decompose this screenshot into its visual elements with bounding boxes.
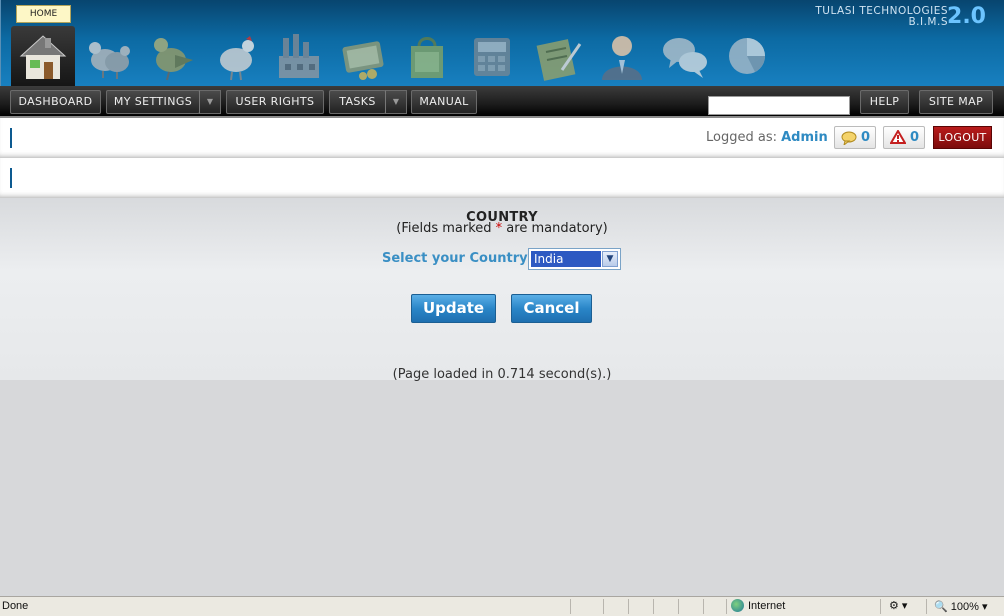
home-module-button[interactable]: [11, 26, 75, 86]
zoom-level: 100%: [950, 601, 979, 613]
bar-marker: [10, 128, 12, 148]
zoom-control[interactable]: 🔍 100% ▾: [934, 600, 987, 613]
brand-product-name: B.I.M.S: [908, 16, 948, 28]
hens-icon[interactable]: [83, 30, 135, 82]
messages-count: 0: [861, 130, 871, 145]
alerts-count: 0: [910, 130, 920, 145]
menu-manual[interactable]: MANUAL: [411, 90, 477, 114]
calculator-icon[interactable]: [466, 30, 518, 82]
update-button[interactable]: Update: [411, 294, 496, 323]
protected-mode-icon[interactable]: ⚙ ▾: [889, 599, 907, 612]
breadcrumb-bar: [0, 158, 1004, 198]
status-divider: [603, 599, 604, 614]
hen-icon[interactable]: [210, 30, 262, 82]
user-info-bar: Logged as: Admin 0 0 LOGOUT: [0, 118, 1004, 158]
warning-icon: [890, 130, 906, 144]
version-number: 2.0: [947, 4, 986, 29]
status-text: Done: [2, 600, 29, 612]
menu-site-map[interactable]: SITE MAP: [919, 90, 993, 114]
house-icon: [19, 35, 67, 79]
factory-icon[interactable]: [273, 30, 325, 82]
country-selected-value: India: [531, 251, 601, 267]
status-divider: [926, 599, 927, 614]
user-icon[interactable]: [596, 30, 648, 82]
menu-dashboard[interactable]: DASHBOARD: [10, 90, 101, 114]
country-field-label: Select your Country*: [382, 251, 534, 266]
logout-button[interactable]: LOGOUT: [933, 126, 992, 149]
zone-label: Internet: [748, 600, 786, 612]
logged-as-label: Logged as:: [706, 130, 777, 145]
chat-icon[interactable]: [659, 30, 711, 82]
shopping-bag-icon[interactable]: [401, 30, 453, 82]
country-select[interactable]: India ▼: [528, 248, 621, 270]
wallet-icon[interactable]: [338, 30, 390, 82]
alerts-badge[interactable]: 0: [883, 126, 925, 149]
menu-tasks[interactable]: TASKS: [329, 90, 386, 114]
status-divider: [726, 599, 727, 614]
globe-icon: [731, 599, 744, 612]
chevron-down-icon[interactable]: ▼: [199, 90, 221, 114]
mandatory-note-end: are mandatory): [502, 221, 608, 236]
bar-marker: [10, 168, 12, 188]
page-background: [0, 380, 1004, 594]
menu-user-rights[interactable]: USER RIGHTS: [226, 90, 324, 114]
status-divider: [628, 599, 629, 614]
status-divider: [678, 599, 679, 614]
search-input[interactable]: [708, 96, 850, 115]
speech-bubble-icon: [841, 131, 857, 145]
logged-as-text: Logged as: Admin: [706, 130, 828, 145]
pie-chart-icon[interactable]: [721, 30, 773, 82]
menu-my-settings[interactable]: MY SETTINGS: [106, 90, 200, 114]
company-brand: TULASI TECHNOLOGIES B.I.M.S: [815, 6, 948, 28]
mandatory-note-start: (Fields marked: [396, 221, 496, 236]
main-menu-bar: DASHBOARD MY SETTINGS ▼ USER RIGHTS TASK…: [0, 86, 1004, 118]
app-header: HOME TULASI TECHNOLOGIES B.I.M.S 2.0: [0, 0, 1004, 86]
status-divider: [880, 599, 881, 614]
cancel-button[interactable]: Cancel: [511, 294, 592, 323]
security-zone[interactable]: Internet: [731, 599, 785, 612]
status-divider: [570, 599, 571, 614]
country-label-text: Select your Country: [382, 251, 528, 266]
status-divider: [653, 599, 654, 614]
logged-user-link[interactable]: Admin: [781, 130, 828, 145]
chevron-down-icon[interactable]: ▼: [602, 251, 618, 267]
status-divider: [703, 599, 704, 614]
home-tooltip: HOME: [16, 5, 71, 23]
bird-icon[interactable]: [145, 30, 197, 82]
menu-help[interactable]: HELP: [860, 90, 909, 114]
mandatory-note: (Fields marked * are mandatory): [0, 221, 1004, 236]
chevron-down-icon[interactable]: ▼: [385, 90, 407, 114]
messages-badge[interactable]: 0: [834, 126, 876, 149]
notepad-icon[interactable]: [532, 30, 584, 82]
page-load-time: (Page loaded in 0.714 second(s).): [392, 367, 612, 382]
browser-status-bar: Done Internet ⚙ ▾ 🔍 100% ▾: [0, 596, 1004, 616]
